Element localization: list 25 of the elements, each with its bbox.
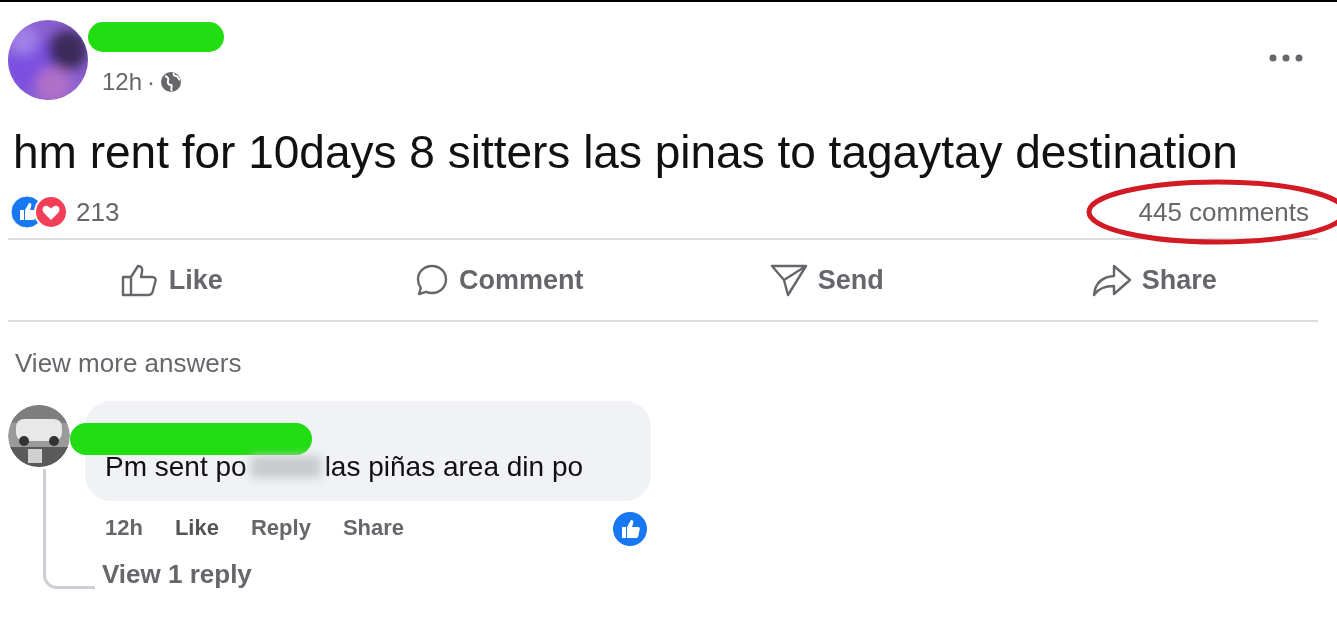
more-icon[interactable] — [1269, 54, 1303, 62]
comment-time[interactable]: 12h — [105, 515, 143, 541]
like-reaction-icon — [612, 511, 648, 547]
like-button[interactable]: Like — [112, 259, 231, 301]
share-button[interactable]: Share — [1083, 259, 1225, 301]
globe-icon — [160, 71, 183, 93]
blurred-text — [250, 456, 321, 478]
comment-action-link[interactable]: Share — [342, 515, 405, 541]
thumbs-up-icon — [120, 263, 159, 297]
speech-bubble-icon — [415, 263, 449, 297]
post-time[interactable]: 12h — [102, 68, 143, 96]
comment-action-link[interactable]: Reply — [250, 515, 311, 541]
comment-button[interactable]: Comment — [407, 259, 592, 301]
reaction-count[interactable]: 213 — [76, 196, 120, 228]
send-button[interactable]: Send — [761, 259, 892, 301]
comment-text: las piñas area din po — [324, 451, 584, 483]
view-replies-link[interactable]: View 1 reply — [102, 559, 252, 590]
view-more-link[interactable]: View more answers — [15, 348, 242, 379]
comment-text: Pm sent po — [105, 451, 247, 483]
like-reaction-icon — [10, 195, 68, 229]
paper-plane-icon — [769, 263, 808, 297]
post-text: hm rent for 10days 8 sitters las pinas to tagaytay destination — [13, 126, 1239, 178]
separator-dot: · — [147, 68, 156, 96]
share-arrow-icon — [1091, 263, 1132, 297]
comment-action-link[interactable]: Like — [174, 515, 219, 541]
